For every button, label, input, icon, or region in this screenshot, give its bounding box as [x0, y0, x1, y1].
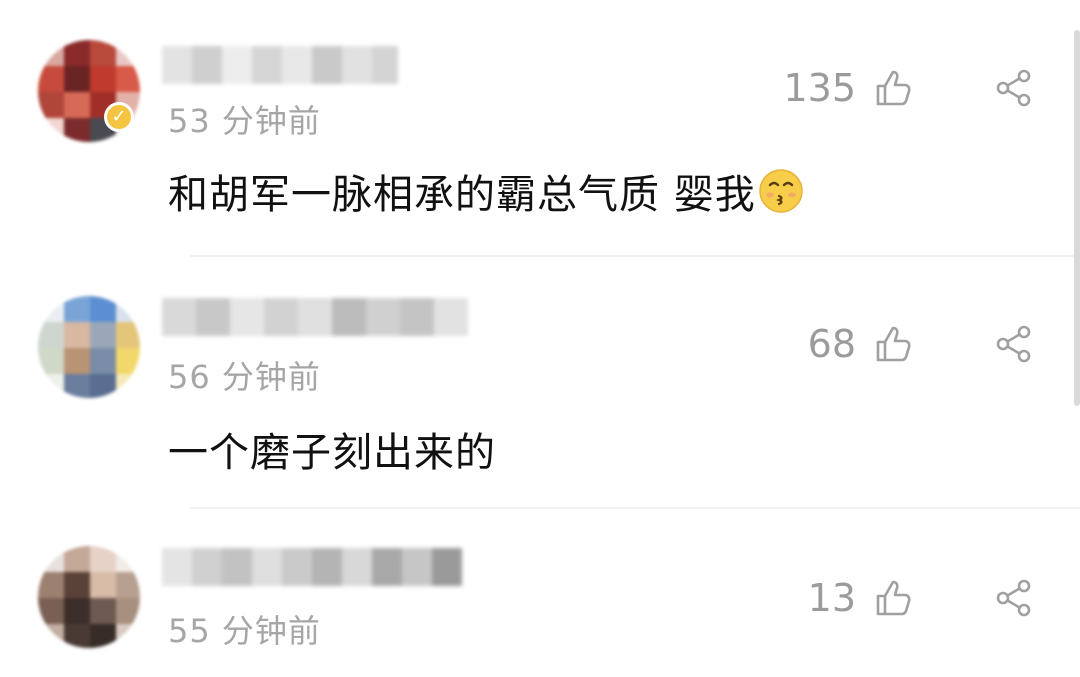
- divider: [190, 255, 1080, 257]
- comment-text-content: 和胡军一脉相承的霸总气质 婴我: [168, 172, 756, 218]
- comment-item: ✓ 53 分钟前 135 和胡军一脉相承的霸总气质 婴我: [0, 0, 1080, 262]
- thumbs-up-outline-icon[interactable]: [874, 578, 914, 618]
- comment-item: 55 分钟前 13: [0, 510, 1080, 677]
- thumbs-up-outline-icon[interactable]: [874, 68, 914, 108]
- avatar[interactable]: [38, 546, 140, 648]
- divider: [190, 507, 1080, 509]
- like-count: 135: [783, 66, 856, 110]
- comment-text: 一个磨子刻出来的: [168, 430, 496, 476]
- share-icon[interactable]: [994, 578, 1034, 618]
- comment-text: 和胡军一脉相承的霸总气质 婴我: [168, 162, 804, 220]
- kissing-face-icon: [758, 169, 803, 213]
- username-obscured[interactable]: [162, 298, 468, 336]
- avatar[interactable]: [38, 296, 140, 398]
- like-count: 68: [807, 322, 856, 366]
- comment-time: 56 分钟前: [168, 358, 321, 396]
- thumbs-up-outline-icon[interactable]: [874, 324, 914, 364]
- share-icon[interactable]: [994, 324, 1034, 364]
- username-obscured[interactable]: [162, 548, 462, 586]
- scrollbar[interactable]: [1074, 30, 1080, 406]
- verified-badge-icon: ✓: [104, 102, 134, 132]
- username-obscured[interactable]: [162, 46, 398, 84]
- comment-time: 55 分钟前: [168, 612, 321, 650]
- comment-item: 56 分钟前 68 一个磨子刻出来的: [0, 262, 1080, 510]
- like-count: 13: [807, 576, 856, 620]
- share-icon[interactable]: [994, 68, 1034, 108]
- comment-time: 53 分钟前: [168, 102, 321, 140]
